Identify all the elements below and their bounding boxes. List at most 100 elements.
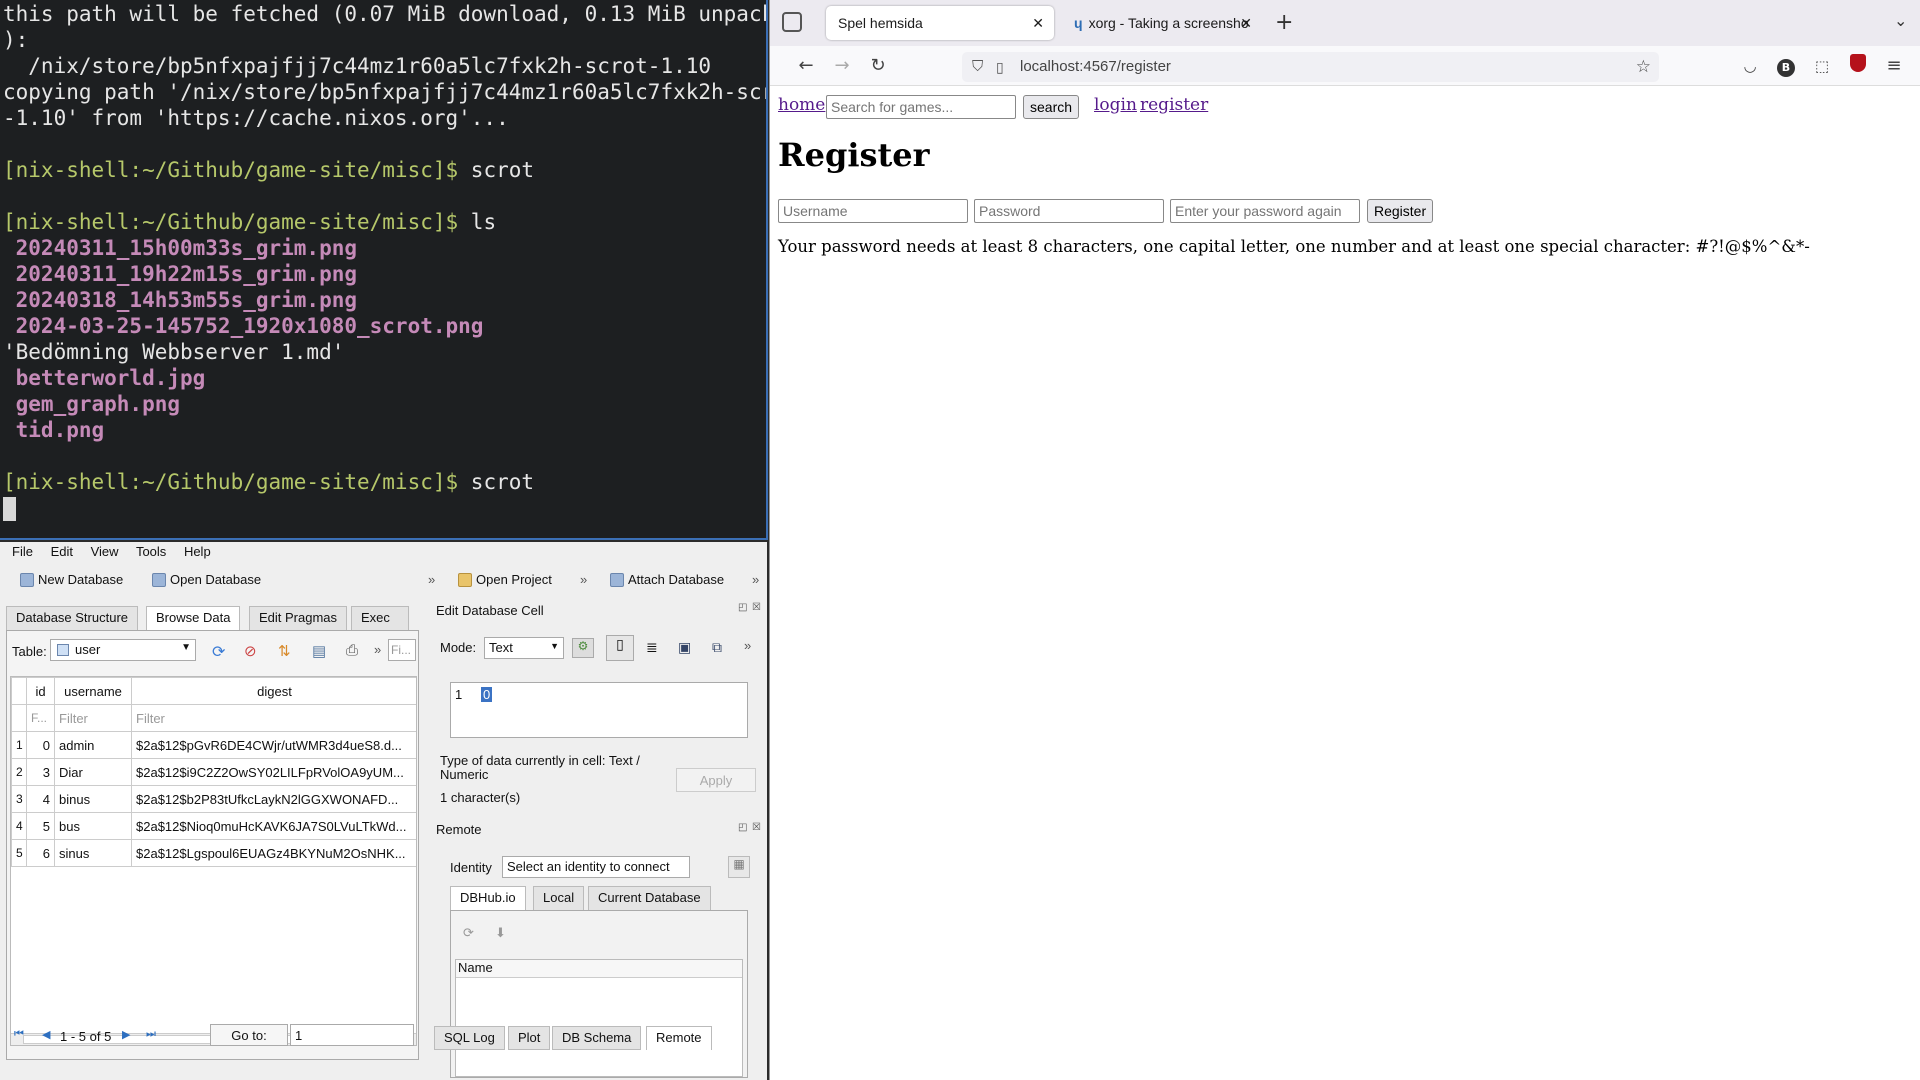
toolbar-overflow-icon[interactable]: » [744, 638, 751, 653]
menu-edit[interactable]: Edit [51, 544, 73, 559]
tab-dbhub[interactable]: DBHub.io [450, 886, 526, 910]
table-row[interactable]: 4 5 bus $2a$12$Nioq0muHcKAVK6JA7S0LVuLTkWd.… [11, 812, 416, 840]
previous-page-icon[interactable]: ◀ [42, 1028, 50, 1041]
tab-db-schema[interactable]: DB Schema [552, 1026, 642, 1050]
ublock-icon[interactable] [1850, 54, 1866, 72]
table-select[interactable]: user ▼ [50, 639, 196, 661]
filter-username[interactable]: Filter [54, 704, 132, 732]
tab-execute-sql[interactable]: Exec [351, 606, 409, 630]
firefox-view-icon[interactable] [782, 12, 802, 32]
cell-id[interactable]: 6 [26, 839, 55, 867]
row-number[interactable]: 5 [11, 839, 27, 867]
global-filter-input[interactable]: Fi... [388, 639, 416, 661]
cell-editor[interactable]: 1 0 [450, 682, 748, 738]
print-icon[interactable]: ⎙ [346, 642, 358, 659]
column-header-id[interactable]: id [26, 677, 55, 705]
tab-current-database[interactable]: Current Database [588, 886, 711, 910]
table-row[interactable]: 5 6 sinus $2a$12$Lgspoul6EUAGz4BKYNuM2OsNHK… [11, 839, 416, 867]
url-bar[interactable]: ⛉ ▯ localhost:4567/register ☆ [962, 52, 1659, 82]
open-project-button[interactable]: Open Project [458, 572, 552, 587]
toolbar-overflow-icon[interactable]: » [374, 642, 381, 657]
cell-digest[interactable]: $2a$12$i9C2Z2OwSY02LILFpRVolOA9yUM... [131, 758, 416, 786]
cell-id[interactable]: 0 [26, 731, 55, 759]
tab-browse-data[interactable]: Browse Data [146, 606, 241, 630]
cell-value[interactable]: 0 [481, 687, 493, 702]
goto-input[interactable]: 1 [290, 1024, 414, 1046]
toolbar-overflow-icon[interactable]: » [428, 572, 435, 587]
clear-filters-icon[interactable]: ⊘ [244, 642, 257, 660]
extensions-icon[interactable]: ⬚ [1810, 54, 1834, 78]
refresh-icon[interactable]: ⟳ [212, 642, 225, 662]
row-number[interactable]: 1 [11, 731, 27, 759]
pocket-icon[interactable]: ◡ [1738, 54, 1762, 78]
shield-icon[interactable]: ⛉ [972, 52, 983, 82]
cell-username[interactable]: sinus [54, 839, 132, 867]
identity-select[interactable]: Select an identity to connect [502, 856, 690, 878]
cell-username[interactable]: bus [54, 812, 132, 840]
tab-database-structure[interactable]: Database Structure [6, 606, 139, 630]
password-field[interactable] [974, 199, 1164, 223]
password-confirm-field[interactable] [1170, 199, 1360, 223]
float-panel-icon[interactable]: ◰ [738, 822, 747, 833]
attach-database-button[interactable]: Attach Database [610, 572, 724, 587]
tab-xorg[interactable]: ɥ xorg - Taking a screensho ✕ [1062, 6, 1262, 40]
cell-id[interactable]: 3 [26, 758, 55, 786]
menu-file[interactable]: File [12, 544, 33, 559]
auto-switch-mode-icon[interactable]: ⚙ [572, 638, 594, 658]
close-panel-icon[interactable]: ☒ [752, 602, 761, 613]
table-row[interactable]: 1 0 admin $2a$12$pGvR6DE4CWjr/utWMR3d4ueS8.… [11, 731, 416, 759]
account-icon[interactable]: B [1777, 59, 1795, 77]
close-tab-icon[interactable]: ✕ [1032, 15, 1044, 32]
row-number[interactable]: 3 [11, 785, 27, 813]
import-icon[interactable]: ▣ [678, 639, 691, 656]
float-panel-icon[interactable]: ◰ [738, 602, 747, 613]
register-button[interactable]: Register [1367, 199, 1434, 223]
reload-icon[interactable]: ↻ [866, 54, 890, 78]
toolbar-overflow-icon[interactable]: » [580, 572, 587, 587]
cell-digest[interactable]: $2a$12$pGvR6DE4CWjr/utWMR3d4ueS8.d... [131, 731, 416, 759]
word-wrap-icon[interactable]: ▯ [606, 635, 634, 661]
row-number[interactable]: 2 [11, 758, 27, 786]
back-icon[interactable]: ← [794, 54, 818, 78]
cell-username[interactable]: binus [54, 785, 132, 813]
refresh-icon[interactable]: ⟳ [463, 925, 474, 941]
list-tabs-icon[interactable]: ⌄ [1894, 11, 1907, 30]
open-database-button[interactable]: Open Database [152, 572, 261, 587]
bookmark-star-icon[interactable]: ☆ [1636, 52, 1651, 82]
terminal-window[interactable]: this path will be fetched (0.07 MiB down… [0, 0, 768, 540]
username-field[interactable] [778, 199, 968, 223]
last-page-icon[interactable]: ⏭ [146, 1028, 156, 1041]
page-icon[interactable]: ▯ [996, 52, 1004, 82]
close-panel-icon[interactable]: ☒ [752, 822, 761, 833]
menu-icon[interactable]: ≡ [1882, 54, 1906, 78]
tab-plot[interactable]: Plot [508, 1026, 551, 1050]
cell-id[interactable]: 5 [26, 812, 55, 840]
menu-view[interactable]: View [91, 544, 119, 559]
cell-username[interactable]: Diar [54, 758, 132, 786]
apply-button[interactable]: Apply [676, 768, 756, 792]
column-header-digest[interactable]: digest [131, 677, 416, 705]
close-tab-icon[interactable]: ✕ [1240, 15, 1252, 32]
cell-username[interactable]: admin [54, 731, 132, 759]
first-page-icon[interactable]: ⏮ [14, 1028, 24, 1041]
cell-digest[interactable]: $2a$12$Lgspoul6EUAGz4BKYNuM2OsNHK... [131, 839, 416, 867]
column-header-username[interactable]: username [54, 677, 132, 705]
column-header-name[interactable]: Name [456, 960, 742, 978]
toolbar-overflow-icon[interactable]: » [752, 572, 759, 587]
home-link[interactable]: home [778, 95, 825, 115]
mode-select[interactable]: Text ▼ [484, 637, 564, 659]
tab-remote[interactable]: Remote [646, 1026, 712, 1050]
tab-sql-log[interactable]: SQL Log [434, 1026, 505, 1050]
row-number[interactable]: 4 [11, 812, 27, 840]
clone-icon[interactable]: ⬇ [495, 925, 506, 941]
cell-digest[interactable]: $2a$12$b2P83tUfkcLaykN2lGGXWONAFD... [131, 785, 416, 813]
table-row[interactable]: 3 4 binus $2a$12$b2P83tUfkcLaykN2lGGXWONAFD… [11, 785, 416, 813]
filter-digest[interactable]: Filter [131, 704, 416, 732]
goto-button[interactable]: Go to: [210, 1024, 288, 1046]
tab-spel-hemsida[interactable]: Spel hemsida ✕ [826, 6, 1054, 40]
tab-edit-pragmas[interactable]: Edit Pragmas [249, 606, 348, 630]
new-tab-icon[interactable]: + [1275, 10, 1293, 35]
sort-icon[interactable]: ⇅ [278, 642, 291, 660]
save-table-icon[interactable]: ▤ [312, 642, 326, 660]
login-link[interactable]: login [1094, 95, 1137, 115]
